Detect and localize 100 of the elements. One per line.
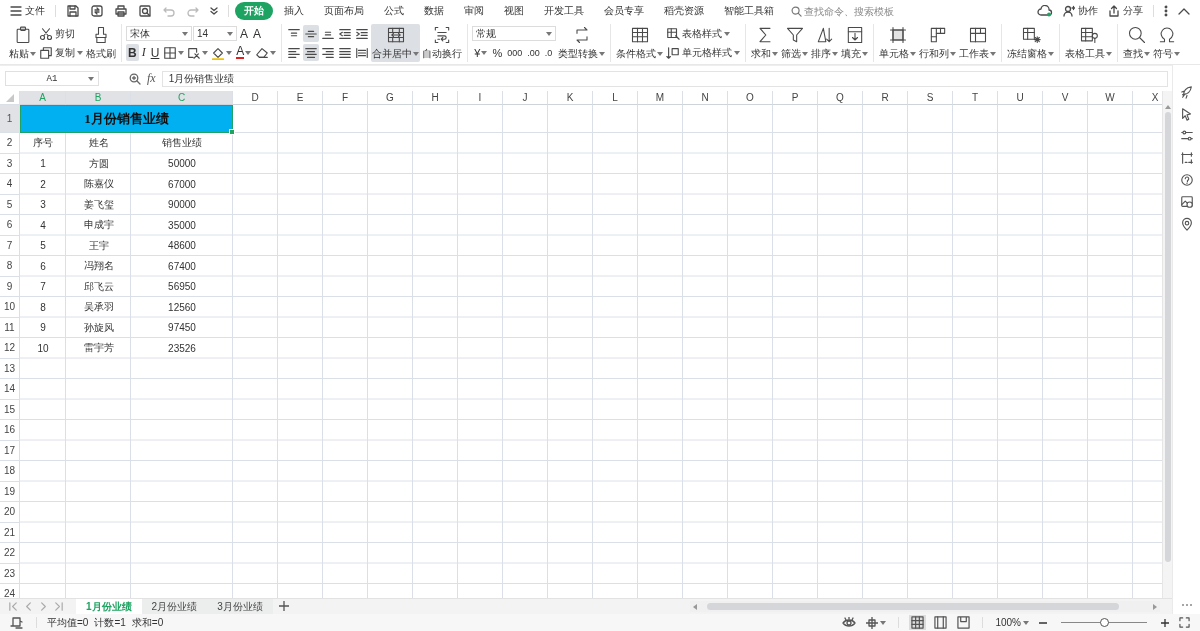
table-cell[interactable]: 6 — [20, 256, 66, 277]
row-header[interactable]: 1 — [0, 105, 20, 133]
paste-button[interactable]: 粘贴 — [8, 24, 37, 62]
menu-tab[interactable]: 视图 — [495, 2, 533, 20]
table-cell[interactable]: 雷宇芳 — [66, 338, 131, 359]
menu-tab[interactable]: 开发工具 — [535, 2, 593, 20]
table-cell[interactable]: 姜飞玺 — [66, 194, 131, 215]
table-tools-button[interactable]: 表格工具 — [1064, 24, 1114, 62]
page-view-button[interactable] — [932, 615, 950, 630]
column-header[interactable]: Q — [818, 91, 863, 105]
column-header[interactable]: G — [368, 91, 413, 105]
layout-button[interactable] — [864, 615, 889, 630]
bold-button[interactable]: B — [126, 44, 139, 61]
image-button[interactable] — [1179, 195, 1194, 209]
shapes-button[interactable] — [1179, 85, 1194, 99]
table-cell[interactable]: 邱飞云 — [66, 276, 131, 297]
search-field[interactable]: 查找命令、搜索模板 — [804, 5, 914, 17]
table-cell[interactable]: 孙旋风 — [66, 317, 131, 338]
sum-button[interactable]: 求和 — [750, 24, 780, 62]
copy-button[interactable]: 复制 — [38, 44, 84, 61]
merge-center-button[interactable]: 合并居中 — [371, 24, 421, 62]
help-button[interactable] — [1179, 173, 1194, 187]
table-cell[interactable]: 67400 — [131, 256, 233, 277]
column-header[interactable]: M — [638, 91, 683, 105]
table-cell[interactable]: 方圆 — [66, 153, 131, 174]
horizontal-scrollbar[interactable] — [690, 601, 1160, 612]
table-cell[interactable]: 12560 — [131, 297, 233, 318]
table-cell[interactable]: 2 — [20, 174, 66, 195]
column-header[interactable]: X — [1133, 91, 1162, 105]
function-label[interactable]: fx — [147, 71, 156, 86]
column-header[interactable]: U — [998, 91, 1043, 105]
column-header[interactable]: I — [458, 91, 503, 105]
column-header[interactable]: T — [953, 91, 998, 105]
formula-field[interactable]: 1月份销售业绩 — [161, 70, 1168, 87]
header-cell[interactable]: 序号 — [20, 133, 66, 154]
remove-decimal-button[interactable]: .0 — [542, 44, 555, 61]
zoom-level-button[interactable]: 100% — [993, 615, 1031, 630]
shrink-font-button[interactable]: A — [251, 25, 264, 42]
menu-tab[interactable]: 插入 — [275, 2, 313, 20]
normal-view-button[interactable] — [909, 615, 927, 630]
underline-button[interactable]: U — [148, 44, 162, 61]
sort-button[interactable]: 排序 — [810, 24, 840, 62]
table-cell[interactable]: 吴承羽 — [66, 297, 131, 318]
font-size-field[interactable]: 14 — [193, 26, 237, 41]
column-header[interactable]: N — [683, 91, 728, 105]
column-header[interactable]: S — [908, 91, 953, 105]
menu-tab[interactable]: 会员专享 — [595, 2, 653, 20]
italic-button[interactable]: I — [139, 44, 148, 61]
column-header[interactable]: L — [593, 91, 638, 105]
find-button[interactable]: 查找 — [1122, 24, 1152, 62]
filter-button[interactable]: 筛选 — [780, 24, 810, 62]
sheet-tab[interactable]: 2月份业绩 — [141, 599, 208, 614]
fullscreen-button[interactable] — [1177, 615, 1192, 630]
grow-font-button[interactable]: A — [238, 25, 250, 42]
name-box[interactable]: A1 — [5, 71, 99, 86]
percent-button[interactable]: % — [490, 44, 505, 61]
column-header[interactable]: J — [503, 91, 548, 105]
column-header[interactable]: D — [233, 91, 278, 105]
scrollbar-thumb[interactable] — [1164, 112, 1171, 562]
font-name-field[interactable]: 宋体 — [126, 26, 192, 41]
table-cell[interactable]: 冯翔名 — [66, 256, 131, 277]
table-cell[interactable]: 7 — [20, 276, 66, 297]
font-color-button[interactable]: A — [234, 44, 254, 61]
table-cell[interactable]: 56950 — [131, 276, 233, 297]
sheet-tab[interactable]: 3月份业绩 — [207, 599, 273, 614]
table-cell[interactable]: 10 — [20, 338, 66, 359]
column-header[interactable]: H — [413, 91, 458, 105]
table-cell[interactable]: 1 — [20, 153, 66, 174]
table-cell[interactable]: 97450 — [131, 317, 233, 338]
table-cell[interactable]: 35000 — [131, 215, 233, 236]
table-cell[interactable]: 5 — [20, 235, 66, 256]
properties-button[interactable] — [1179, 129, 1194, 143]
table-cell[interactable]: 3 — [20, 194, 66, 215]
header-cell[interactable]: 销售业绩 — [131, 133, 233, 154]
table-cell[interactable]: 王宇 — [66, 235, 131, 256]
table-cell[interactable]: 陈嘉仪 — [66, 174, 131, 195]
column-header[interactable]: K — [548, 91, 593, 105]
sheet-title[interactable]: 1月份销售业绩 — [20, 105, 233, 133]
menu-tab[interactable]: 数据 — [415, 2, 453, 20]
share-button[interactable]: 分享 — [1104, 2, 1147, 20]
collaborate-button[interactable]: 协作 — [1059, 2, 1102, 20]
table-cell[interactable]: 23526 — [131, 338, 233, 359]
table-cell[interactable]: 50000 — [131, 153, 233, 174]
table-cell[interactable]: 48600 — [131, 235, 233, 256]
menu-tab[interactable]: 稻壳资源 — [655, 2, 713, 20]
vertical-scrollbar[interactable] — [1162, 91, 1172, 598]
table-cell[interactable]: 申成宇 — [66, 215, 131, 236]
thousands-button[interactable]: 000 — [505, 44, 525, 61]
number-format-field[interactable]: 常规 — [472, 26, 557, 41]
freeze-panes-button[interactable]: 冻结窗格 — [1006, 24, 1056, 62]
convert-type-button[interactable]: 类型转换 — [557, 24, 607, 62]
table-cell[interactable]: 67000 — [131, 174, 233, 195]
column-header[interactable]: W — [1088, 91, 1133, 105]
cell-style-button[interactable]: 单元格样式 — [665, 44, 742, 61]
column-header[interactable]: O — [728, 91, 773, 105]
location-button[interactable] — [1179, 217, 1194, 231]
menu-tab[interactable]: 页面布局 — [315, 2, 373, 20]
align-center-button[interactable] — [303, 44, 320, 61]
menu-tab[interactable]: 智能工具箱 — [715, 2, 783, 20]
cell-button[interactable]: 单元格 — [878, 24, 918, 62]
